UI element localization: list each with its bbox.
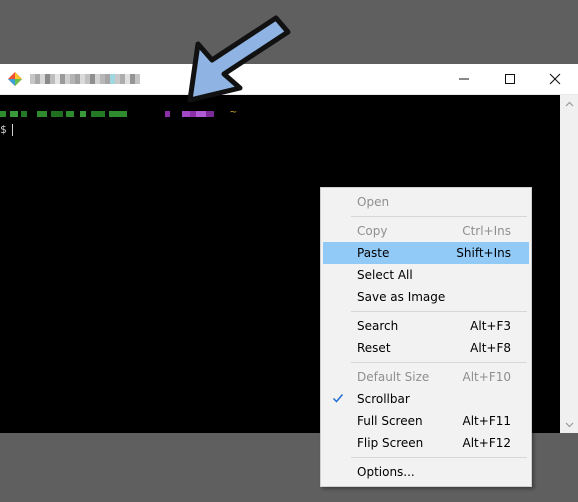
minimize-icon bbox=[459, 78, 469, 80]
menu-separator bbox=[351, 362, 527, 363]
menu-item-flip-screen[interactable]: Flip Screen Alt+F12 bbox=[323, 432, 529, 454]
menu-separator bbox=[351, 457, 527, 458]
menu-item-label: Paste bbox=[357, 246, 390, 260]
scroll-down-button[interactable] bbox=[560, 416, 578, 433]
context-menu: Open Copy Ctrl+Ins Paste Shift+Ins Selec… bbox=[320, 187, 532, 487]
menu-separator bbox=[351, 311, 527, 312]
close-icon bbox=[549, 73, 561, 85]
menu-item-label: Default Size bbox=[357, 370, 430, 384]
chevron-up-icon bbox=[565, 101, 573, 106]
minimize-button[interactable] bbox=[441, 64, 487, 94]
menu-item-label: Copy bbox=[357, 224, 388, 238]
menu-item-label: Select All bbox=[357, 268, 413, 282]
window-title bbox=[0, 64, 1, 65]
menu-item-label: Reset bbox=[357, 341, 391, 355]
menu-item-save-as-image[interactable]: Save as Image bbox=[323, 286, 529, 308]
menu-item-full-screen[interactable]: Full Screen Alt+F11 bbox=[323, 410, 529, 432]
menu-item-search[interactable]: Search Alt+F3 bbox=[323, 315, 529, 337]
menu-item-options[interactable]: Options... bbox=[323, 461, 529, 483]
menu-item-open[interactable]: Open bbox=[323, 191, 529, 213]
menu-item-shortcut: Shift+Ins bbox=[456, 246, 511, 260]
text-cursor bbox=[12, 124, 13, 136]
close-button[interactable] bbox=[532, 64, 578, 94]
menu-separator bbox=[351, 216, 527, 217]
menu-item-reset[interactable]: Reset Alt+F8 bbox=[323, 337, 529, 359]
menu-item-shortcut: Ctrl+Ins bbox=[462, 224, 511, 238]
menu-item-shortcut: Alt+F3 bbox=[470, 319, 511, 333]
menu-item-shortcut: Alt+F11 bbox=[462, 414, 511, 428]
menu-item-label: Full Screen bbox=[357, 414, 423, 428]
prompt-tilde: ~ bbox=[230, 105, 237, 118]
maximize-icon bbox=[505, 74, 515, 84]
arrow-pointer-icon bbox=[187, 15, 291, 103]
menu-item-label: Scrollbar bbox=[357, 392, 410, 406]
menu-item-shortcut: Alt+F12 bbox=[462, 436, 511, 450]
menu-item-default-size[interactable]: Default Size Alt+F10 bbox=[323, 366, 529, 388]
menu-item-scrollbar[interactable]: Scrollbar bbox=[323, 388, 529, 410]
maximize-button[interactable] bbox=[487, 64, 533, 94]
menu-item-label: Options... bbox=[357, 465, 415, 479]
git-diamond-icon bbox=[8, 72, 22, 86]
chevron-down-icon bbox=[565, 422, 573, 427]
menu-item-shortcut: Alt+F10 bbox=[462, 370, 511, 384]
menu-item-paste[interactable]: Paste Shift+Ins bbox=[323, 242, 529, 264]
menu-item-label: Flip Screen bbox=[357, 436, 424, 450]
menu-item-copy[interactable]: Copy Ctrl+Ins bbox=[323, 220, 529, 242]
menu-item-label: Save as Image bbox=[357, 290, 446, 304]
menu-item-label: Search bbox=[357, 319, 399, 333]
vertical-scrollbar[interactable] bbox=[560, 95, 578, 433]
window-title-redacted bbox=[30, 72, 140, 86]
menu-item-select-all[interactable]: Select All bbox=[323, 264, 529, 286]
checkmark-icon bbox=[332, 394, 344, 403]
menu-item-label: Open bbox=[357, 195, 390, 209]
prompt-char: $ bbox=[0, 123, 7, 136]
prompt-redacted bbox=[0, 110, 214, 118]
menu-item-shortcut: Alt+F8 bbox=[470, 341, 511, 355]
scroll-up-button[interactable] bbox=[560, 95, 578, 112]
